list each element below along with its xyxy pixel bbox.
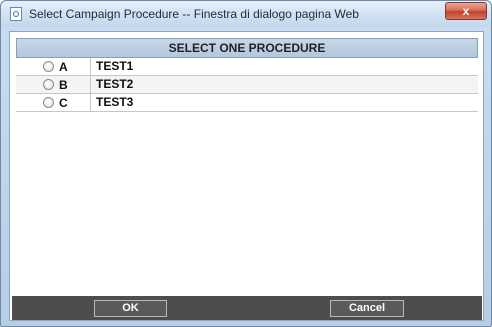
procedure-row[interactable]: C TEST3 [16, 94, 478, 112]
window-title: Select Campaign Procedure -- Finestra di… [29, 7, 359, 21]
procedure-choice-cell: B [16, 76, 91, 93]
ie-page-icon [10, 7, 22, 21]
procedure-header: SELECT ONE PROCEDURE [16, 38, 478, 58]
cancel-button[interactable]: Cancel [330, 300, 404, 317]
radio-button-b[interactable] [43, 79, 54, 90]
radio-button-a[interactable] [43, 61, 54, 72]
procedure-letter: C [59, 96, 68, 110]
procedure-name: TEST3 [96, 95, 134, 109]
procedure-name: TEST1 [96, 59, 134, 73]
procedure-row[interactable]: A TEST1 [16, 58, 478, 76]
ok-button[interactable]: OK [94, 300, 167, 317]
close-button[interactable]: x [445, 2, 487, 20]
procedure-letter: B [59, 78, 68, 92]
procedure-choice-cell: A [16, 58, 91, 75]
procedure-choice-cell: C [16, 94, 91, 111]
procedure-name: TEST2 [96, 77, 134, 91]
procedure-letter: A [59, 60, 68, 74]
dialog-content: SELECT ONE PROCEDURE A TEST1 B TEST2 C T… [9, 31, 484, 321]
close-icon: x [462, 4, 470, 18]
title-bar[interactable]: Select Campaign Procedure -- Finestra di… [1, 1, 491, 27]
radio-button-c[interactable] [43, 97, 54, 108]
button-bar: OK Cancel [12, 296, 482, 320]
procedure-row[interactable]: B TEST2 [16, 76, 478, 94]
dialog-window: Select Campaign Procedure -- Finestra di… [0, 0, 492, 327]
procedure-list: A TEST1 B TEST2 C TEST3 [16, 58, 478, 112]
